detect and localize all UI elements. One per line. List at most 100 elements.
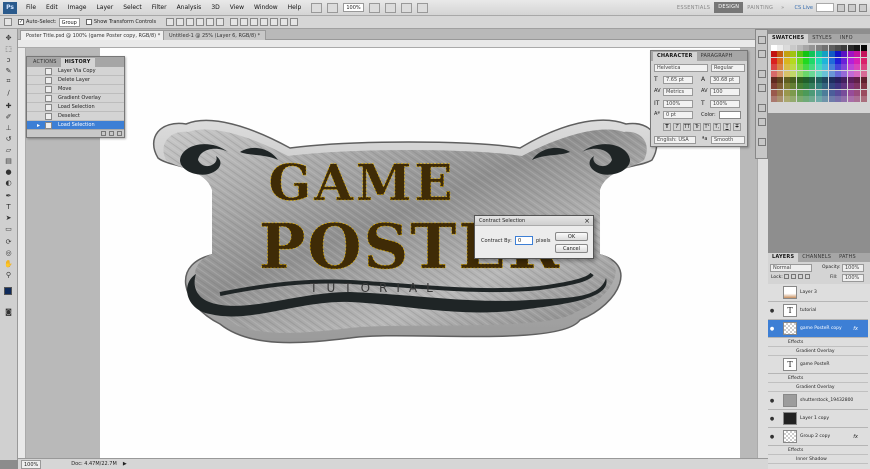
color-swatch[interactable] bbox=[790, 83, 797, 90]
font-family-select[interactable]: Helvetica bbox=[654, 64, 708, 72]
color-swatch[interactable] bbox=[771, 96, 777, 103]
color-swatch[interactable] bbox=[854, 83, 861, 90]
color-swatch[interactable] bbox=[815, 96, 822, 103]
color-swatch[interactable] bbox=[822, 70, 829, 77]
color-swatch[interactable] bbox=[783, 45, 790, 51]
color-swatch[interactable] bbox=[847, 70, 854, 77]
faux-bold-button[interactable]: T bbox=[663, 123, 671, 131]
color-swatch[interactable] bbox=[847, 51, 854, 58]
color-swatch[interactable] bbox=[803, 70, 809, 77]
close-icon[interactable] bbox=[859, 3, 867, 12]
color-swatch[interactable] bbox=[854, 64, 861, 71]
layer-row[interactable]: ● shutterstock_19432800 bbox=[768, 392, 868, 410]
menu-help[interactable]: Help bbox=[283, 4, 307, 11]
color-swatch[interactable] bbox=[835, 64, 841, 71]
tab-poster-title[interactable]: Poster Title.psd @ 100% (game Poster cop… bbox=[20, 30, 167, 40]
color-swatch[interactable] bbox=[783, 77, 790, 83]
horizontal-scale-field[interactable]: 100% bbox=[710, 100, 740, 108]
color-swatch[interactable] bbox=[828, 96, 835, 103]
brush-panel-icon[interactable] bbox=[758, 104, 766, 112]
lock-all-icon[interactable] bbox=[805, 274, 810, 279]
dialog-close-icon[interactable]: × bbox=[584, 216, 590, 226]
strikethrough-button[interactable]: T bbox=[733, 123, 741, 131]
color-swatch[interactable] bbox=[828, 45, 835, 51]
history-panel-icon[interactable] bbox=[758, 36, 766, 44]
color-swatch[interactable] bbox=[860, 70, 867, 77]
menu-edit[interactable]: Edit bbox=[41, 4, 63, 11]
lock-position-icon[interactable] bbox=[798, 274, 803, 279]
color-swatch[interactable] bbox=[835, 45, 841, 51]
tab-history[interactable]: HISTORY bbox=[60, 58, 95, 67]
color-swatch[interactable] bbox=[860, 45, 867, 51]
distribute-right-icon[interactable] bbox=[280, 18, 289, 26]
layer-effects-badge[interactable]: fx bbox=[853, 326, 858, 332]
color-swatch[interactable] bbox=[796, 96, 803, 103]
menu-filter[interactable]: Filter bbox=[147, 4, 172, 11]
baseline-shift-field[interactable]: 0 pt bbox=[663, 111, 693, 119]
color-swatch[interactable] bbox=[777, 77, 784, 83]
color-swatch[interactable] bbox=[860, 57, 867, 64]
superscript-button[interactable]: T¹ bbox=[703, 123, 711, 131]
align-left-icon[interactable] bbox=[196, 18, 205, 26]
move-tool-icon[interactable]: ✥ bbox=[3, 33, 14, 42]
3d-rotate-tool-icon[interactable]: ⟳ bbox=[3, 237, 14, 246]
lock-transparent-icon[interactable] bbox=[784, 274, 789, 279]
workspace-design[interactable]: DESIGN bbox=[714, 2, 744, 13]
color-swatch[interactable] bbox=[809, 45, 816, 51]
color-swatch[interactable] bbox=[809, 57, 816, 64]
tab-layers[interactable]: LAYERS bbox=[768, 253, 799, 262]
color-swatch[interactable] bbox=[854, 51, 861, 58]
menu-3d[interactable]: 3D bbox=[206, 4, 224, 11]
color-swatch[interactable] bbox=[822, 57, 829, 64]
color-swatch[interactable] bbox=[815, 77, 822, 83]
effect-row[interactable]: Gradient Overlay bbox=[768, 347, 868, 356]
crop-tool-icon[interactable]: ⌗ bbox=[3, 77, 14, 86]
color-swatch[interactable] bbox=[828, 70, 835, 77]
layer-row[interactable]: Layer 3 bbox=[768, 284, 868, 302]
hand-tool-icon[interactable] bbox=[368, 2, 380, 13]
color-swatch[interactable] bbox=[815, 70, 822, 77]
color-swatch[interactable] bbox=[771, 57, 777, 64]
distribute-top-icon[interactable] bbox=[230, 18, 239, 26]
color-swatch[interactable] bbox=[847, 89, 854, 96]
gradient-tool-icon[interactable]: ▤ bbox=[3, 156, 14, 165]
eye-icon[interactable]: ● bbox=[768, 308, 776, 314]
blend-mode-select[interactable]: Normal bbox=[770, 264, 812, 272]
color-swatch[interactable] bbox=[803, 57, 809, 64]
color-swatch[interactable] bbox=[847, 64, 854, 71]
history-item[interactable]: Move bbox=[27, 85, 124, 94]
color-swatch[interactable] bbox=[771, 83, 777, 90]
maximize-icon[interactable] bbox=[848, 3, 856, 12]
color-swatch[interactable] bbox=[771, 77, 777, 83]
color-swatch[interactable] bbox=[847, 96, 854, 103]
shape-tool-icon[interactable]: ▭ bbox=[3, 224, 14, 233]
color-swatch[interactable] bbox=[803, 77, 809, 83]
color-swatch[interactable] bbox=[790, 51, 797, 58]
document-canvas[interactable]: GAME POSTER TUTORIAL bbox=[100, 48, 740, 458]
color-swatch[interactable] bbox=[803, 89, 809, 96]
color-swatch[interactable] bbox=[777, 96, 784, 103]
color-swatch[interactable] bbox=[815, 51, 822, 58]
color-swatch[interactable] bbox=[783, 83, 790, 90]
language-select[interactable]: English: USA bbox=[654, 136, 696, 144]
auto-select-dropdown[interactable]: Group bbox=[58, 17, 80, 27]
tab-paths[interactable]: PATHS bbox=[835, 253, 860, 262]
color-swatch[interactable] bbox=[815, 64, 822, 71]
new-snapshot-icon[interactable] bbox=[109, 131, 114, 136]
tracking-field[interactable]: 100 bbox=[710, 88, 740, 96]
history-item[interactable]: Load Selection bbox=[27, 103, 124, 112]
color-swatch[interactable] bbox=[809, 64, 816, 71]
status-arrow-icon[interactable]: ▶ bbox=[123, 461, 127, 467]
menu-file[interactable]: File bbox=[21, 4, 41, 11]
color-swatch[interactable] bbox=[783, 51, 790, 58]
text-color-swatch[interactable] bbox=[719, 111, 741, 119]
eye-icon[interactable]: ● bbox=[768, 434, 776, 440]
color-swatch[interactable] bbox=[790, 70, 797, 77]
color-swatch[interactable] bbox=[860, 96, 867, 103]
hand-tool-icon[interactable]: ✋ bbox=[3, 259, 14, 268]
eyedropper-tool-icon[interactable]: ∕ bbox=[3, 88, 14, 97]
color-swatch[interactable] bbox=[847, 57, 854, 64]
kerning-field[interactable]: Metrics bbox=[663, 88, 693, 96]
color-swatch[interactable] bbox=[815, 45, 822, 51]
layer-row-selected[interactable]: ● game PosteR copy fx bbox=[768, 320, 868, 338]
